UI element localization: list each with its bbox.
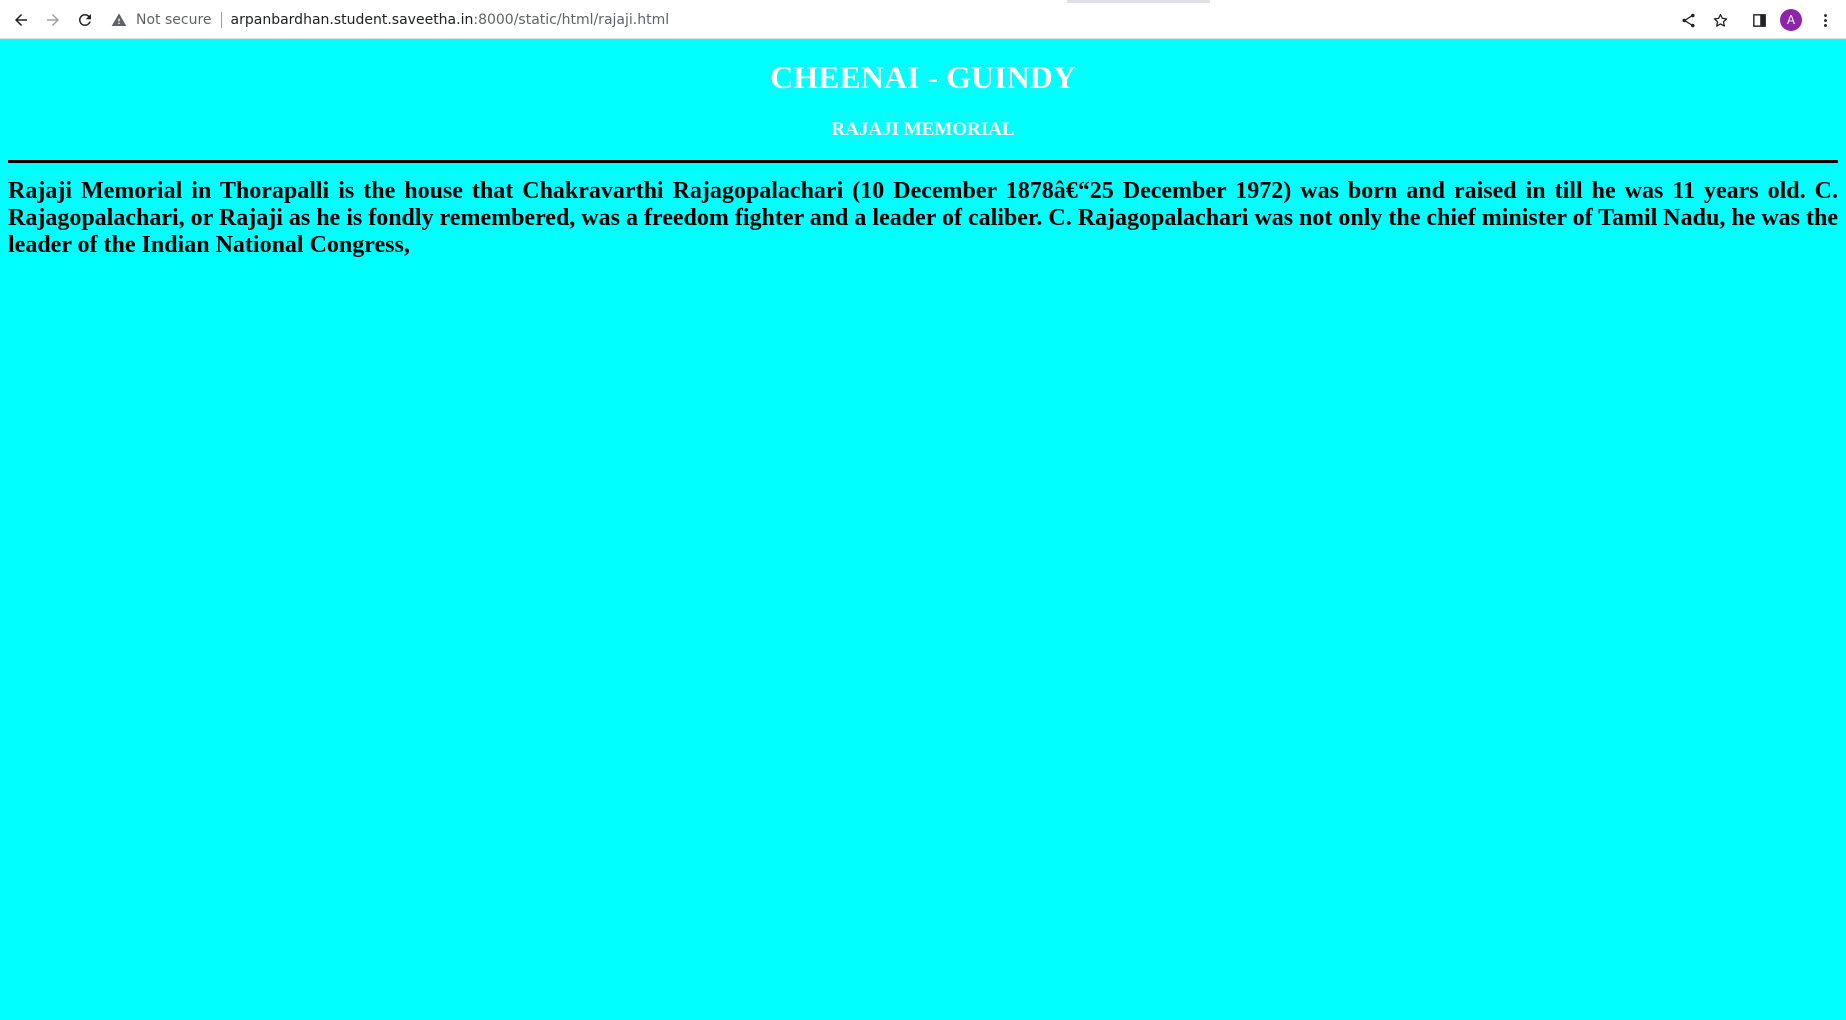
tab-strip-edge bbox=[1067, 0, 1210, 3]
forward-button[interactable] bbox=[38, 5, 68, 35]
back-button[interactable] bbox=[6, 5, 36, 35]
browser-toolbar: Not secure arpanbardhan.student.saveetha… bbox=[0, 0, 1846, 39]
page-title: CHEENAI - GUINDY bbox=[770, 59, 1076, 95]
side-panel-button[interactable] bbox=[1744, 5, 1774, 35]
avatar[interactable]: A bbox=[1780, 9, 1802, 31]
side-panel-icon bbox=[1752, 13, 1766, 27]
browser-menu-button[interactable] bbox=[1810, 5, 1840, 35]
reload-button[interactable] bbox=[70, 5, 100, 35]
address-bar[interactable]: Not secure arpanbardhan.student.saveetha… bbox=[110, 4, 1670, 35]
url-host[interactable]: arpanbardhan.student.saveetha.in bbox=[231, 12, 474, 28]
forward-icon bbox=[47, 14, 59, 26]
warning-icon bbox=[110, 11, 128, 29]
page-content: CHEENAI - GUINDY RAJAJI MEMORIAL Rajaji … bbox=[0, 39, 1846, 1020]
back-icon bbox=[15, 14, 27, 26]
star-icon bbox=[1713, 13, 1727, 27]
security-status[interactable]: Not secure bbox=[136, 12, 212, 28]
share-button[interactable] bbox=[1673, 5, 1703, 35]
body-paragraph: Rajaji Memorial in Thorapalli is the hou… bbox=[8, 178, 1838, 258]
url-path[interactable]: :8000/static/html/rajaji.html bbox=[473, 12, 669, 28]
kebab-menu-icon bbox=[1823, 13, 1827, 27]
omnibox-separator bbox=[220, 11, 222, 28]
bookmark-button[interactable] bbox=[1705, 5, 1735, 35]
reload-icon bbox=[78, 13, 91, 26]
page-subtitle: RAJAJI MEMORIAL bbox=[831, 119, 1015, 140]
horizontal-rule bbox=[8, 160, 1838, 163]
share-icon bbox=[1681, 13, 1695, 27]
